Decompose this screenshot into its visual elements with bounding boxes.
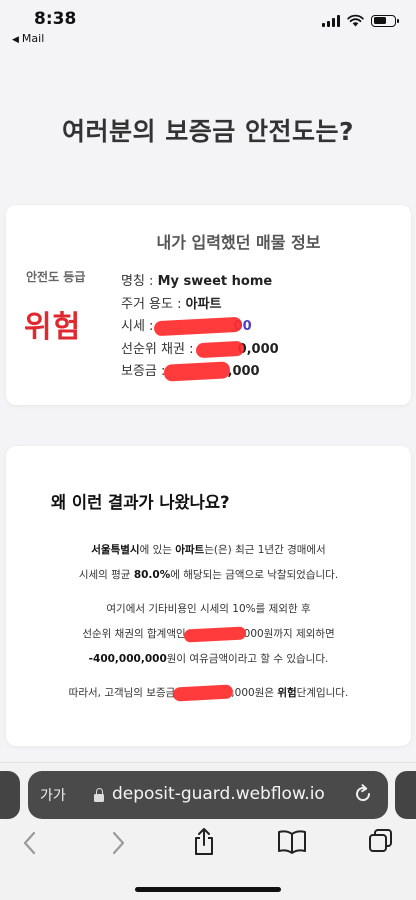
browser-toolbar bbox=[0, 825, 416, 865]
margin-paragraph: 여기에서 기타비용인 시세의 10%를 제외한 후 선순위 채권의 합계액인 00… bbox=[82, 603, 335, 665]
market-price-row: 시세 : 00 bbox=[121, 316, 279, 339]
browser-bottom-bar: 가가 deposit-guard.webflow.io bbox=[0, 762, 416, 900]
redaction-mark bbox=[153, 316, 242, 337]
url-text[interactable]: deposit-guard.webflow.io bbox=[112, 784, 325, 804]
status-bar: 8:38 ◀ Mail bbox=[0, 0, 416, 50]
property-details: 명칭 : My sweet home 주거 용도 : 아파트 시세 : 00 선… bbox=[121, 271, 279, 384]
bookmarks-icon[interactable] bbox=[277, 829, 307, 855]
back-to-mail-link[interactable]: ◀ Mail bbox=[12, 32, 44, 45]
battery-icon bbox=[371, 14, 399, 27]
result-reason-card: 왜 이런 결과가 나왔나요? 서울특별시에 있는 아파트는(은) 최근 1년간 … bbox=[6, 446, 411, 746]
property-name-row: 명칭 : My sweet home bbox=[121, 274, 273, 289]
conclusion-paragraph: 따라서, 고객님의 보증금 ,000원은 위험단계입니다. bbox=[6, 681, 411, 706]
status-icons bbox=[322, 14, 399, 27]
auction-paragraph: 서울특별시에 있는 아파트는(은) 최근 1년간 경매에서 시세의 평균 80.… bbox=[78, 544, 339, 581]
deposit-row: 보증금 : ,000 bbox=[121, 361, 279, 384]
property-info-card: 내가 입력했던 매물 정보 안전도 등급 위험 명칭 : My sweet ho… bbox=[6, 205, 411, 405]
safety-grade-value: 위험 bbox=[24, 310, 82, 345]
redaction-mark bbox=[195, 340, 244, 358]
back-arrow-icon[interactable] bbox=[20, 830, 40, 856]
cellular-signal-icon bbox=[322, 14, 340, 27]
home-indicator bbox=[135, 887, 281, 892]
forward-arrow-icon[interactable] bbox=[108, 830, 128, 856]
reload-icon[interactable] bbox=[352, 783, 374, 805]
page-title: 여러분의 보증금 안전도는? bbox=[62, 117, 354, 146]
reason-heading: 왜 이런 결과가 나왔나요? bbox=[51, 493, 230, 512]
next-tab-preview[interactable] bbox=[395, 771, 416, 819]
lock-icon bbox=[94, 788, 104, 802]
text-size-button[interactable]: 가가 bbox=[40, 785, 66, 805]
clock: 8:38 bbox=[34, 9, 77, 29]
back-triangle-icon: ◀ bbox=[12, 35, 19, 45]
safety-grade-label: 안전도 등급 bbox=[26, 270, 86, 284]
share-icon[interactable] bbox=[192, 827, 216, 857]
redaction-mark bbox=[172, 684, 234, 702]
property-usage-row: 주거 용도 : 아파트 bbox=[121, 296, 222, 312]
back-app-label: Mail bbox=[21, 32, 45, 45]
redaction-mark bbox=[183, 625, 246, 643]
property-usage: 아파트 bbox=[185, 296, 222, 312]
property-info-heading: 내가 입력했던 매물 정보 bbox=[156, 233, 321, 252]
senior-claim-row: 선순위 채권 : 0,000 bbox=[121, 340, 279, 358]
deposit-tail: ,000 bbox=[227, 364, 260, 379]
wifi-icon bbox=[347, 14, 364, 27]
address-bar[interactable]: 가가 deposit-guard.webflow.io bbox=[28, 771, 388, 819]
redaction-mark bbox=[163, 361, 230, 382]
previous-tab-preview[interactable] bbox=[0, 771, 20, 819]
tabs-icon[interactable] bbox=[368, 828, 394, 854]
property-name: My sweet home bbox=[157, 274, 273, 289]
